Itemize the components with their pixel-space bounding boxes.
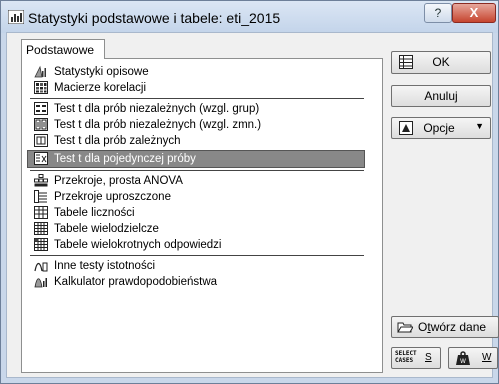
analysis-list[interactable]: Statystyki opisowe Macierze korelacji Te… — [27, 64, 370, 360]
list-item-other-tests[interactable]: Inne testy istotności — [30, 258, 364, 274]
open-data-button[interactable]: Otwórz dane — [391, 316, 499, 338]
select-cases-button[interactable]: SELECT CASES S — [391, 347, 441, 369]
tab-podstawowe[interactable]: Podstawowe — [21, 39, 105, 59]
close-icon: X — [469, 5, 479, 20]
correlation-matrix-icon — [34, 81, 48, 94]
help-icon: ? — [434, 6, 442, 20]
multiple-response-icon — [34, 238, 48, 251]
close-button[interactable]: X — [452, 3, 496, 23]
title-bar[interactable]: Statystyki podstawowe i tabele: eti_2015… — [1, 1, 498, 33]
list-item-descriptive-stats[interactable]: Statystyki opisowe — [30, 64, 364, 80]
options-button[interactable]: Opcje ▼ — [391, 117, 491, 139]
svg-text:W: W — [460, 358, 466, 365]
weights-button[interactable]: W W — [448, 347, 498, 369]
open-data-label: Otwórz dane — [418, 320, 487, 334]
list-item-breakdown-anova[interactable]: Przekroje, prosta ANOVA — [30, 173, 364, 189]
list-item-t-test-groups[interactable]: Test t dla prób niezależnych (wzgl. grup… — [30, 101, 364, 117]
simple-breakdown-icon — [34, 190, 47, 203]
other-tests-icon — [34, 262, 48, 272]
help-button[interactable]: ? — [424, 3, 452, 23]
window-title: Statystyki podstawowe i tabele: eti_2015 — [28, 10, 281, 26]
t-test-variables-icon — [34, 118, 48, 131]
t-test-groups-icon — [34, 102, 48, 115]
select-cases-icon: SELECT CASES — [395, 350, 417, 364]
tab-label: Podstawowe — [26, 43, 95, 57]
frequency-table-icon — [34, 206, 48, 219]
crosstab-icon — [34, 222, 48, 235]
list-item-t-test-variables[interactable]: Test t dla prób niezależnych (wzgl. zmn.… — [30, 117, 364, 133]
list-separator — [30, 255, 364, 256]
list-item-t-test-single[interactable]: Test t dla pojedynczej próby — [27, 150, 365, 168]
list-separator — [30, 98, 364, 99]
cancel-label: Anuluj — [424, 89, 458, 103]
list-item-correlation[interactable]: Macierze korelacji — [30, 80, 364, 96]
list-item-simple-breakdown[interactable]: Przekroje uproszczone — [30, 189, 364, 205]
cancel-button[interactable]: Anuluj — [391, 85, 491, 107]
dropdown-arrow-icon: ▼ — [475, 121, 484, 131]
open-folder-icon — [397, 322, 413, 333]
list-item-t-test-dependent[interactable]: Test t dla prób zależnych — [30, 133, 364, 149]
probability-calculator-icon — [34, 278, 47, 288]
select-cases-shortcut: S — [425, 352, 432, 363]
ok-label: OK — [432, 55, 450, 69]
t-test-dependent-icon — [34, 134, 48, 147]
weight-icon: W — [456, 351, 470, 365]
list-item-probability-calculator[interactable]: Kalkulator prawdopodobieństwa — [30, 274, 364, 290]
ok-button[interactable]: OK — [391, 51, 491, 74]
descriptive-stats-icon — [34, 65, 46, 78]
breakdown-anova-icon — [34, 174, 48, 187]
t-test-single-icon — [34, 152, 48, 165]
list-item-crosstab[interactable]: Tabele wielodzielcze — [30, 221, 364, 237]
statistics-app-icon — [8, 10, 24, 24]
list-item-frequency-table[interactable]: Tabele liczności — [30, 205, 364, 221]
list-separator — [30, 170, 364, 171]
list-item-multiple-response[interactable]: Tabele wielokrotnych odpowiedzi — [30, 237, 364, 253]
weights-shortcut: W — [482, 352, 492, 363]
